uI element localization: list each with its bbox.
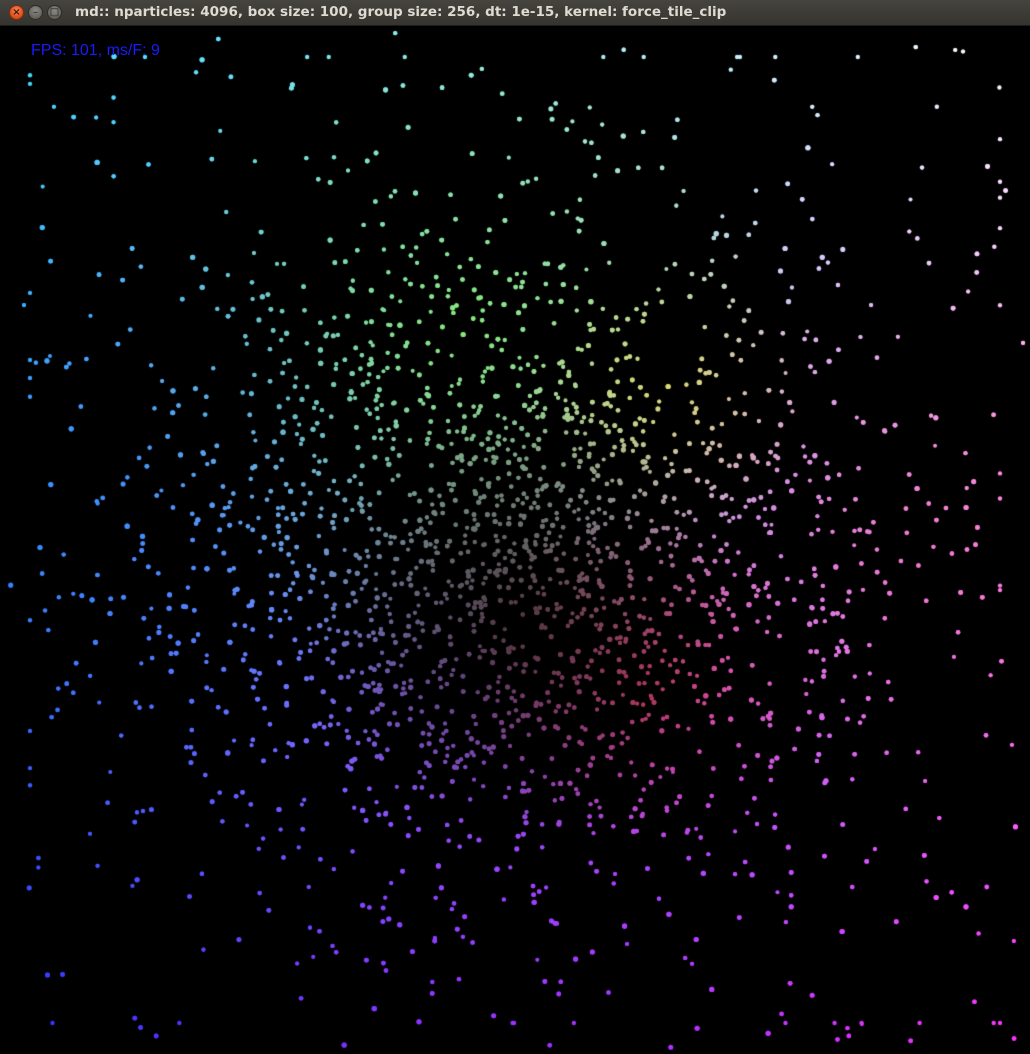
minimize-button[interactable]: –	[28, 5, 43, 20]
window-title: md:: nparticles: 4096, box size: 100, gr…	[75, 4, 727, 20]
particle-canvas[interactable]	[0, 26, 1030, 1054]
app-window: × – □ md:: nparticles: 4096, box size: 1…	[0, 0, 1030, 1054]
close-button[interactable]: ×	[9, 5, 24, 20]
maximize-button[interactable]: □	[47, 5, 62, 20]
fps-counter: FPS: 101, ms/F: 9	[31, 42, 160, 59]
title-bar[interactable]: × – □ md:: nparticles: 4096, box size: 1…	[0, 0, 1030, 26]
particle-viewport[interactable]: FPS: 101, ms/F: 9	[0, 26, 1030, 1054]
maximize-icon: □	[49, 6, 60, 18]
minimize-icon: –	[33, 6, 38, 18]
close-icon: ×	[12, 6, 21, 18]
